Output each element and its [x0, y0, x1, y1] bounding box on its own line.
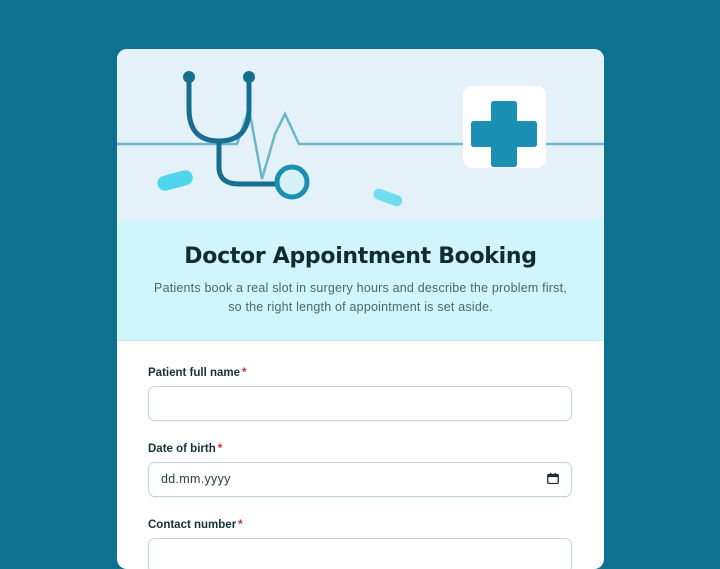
date-of-birth-input[interactable]: dd.mm.yyyy — [148, 462, 572, 497]
stethoscope-icon — [186, 74, 280, 187]
page-subtitle: Patients book a real slot in surgery hou… — [154, 281, 567, 314]
stethoscope-chestpiece — [274, 164, 310, 200]
pill-icon-small — [373, 188, 403, 207]
contact-number-input[interactable] — [148, 538, 572, 569]
required-marker: * — [238, 519, 243, 531]
medical-illustration — [117, 71, 604, 207]
required-marker: * — [242, 367, 247, 379]
required-marker: * — [217, 443, 223, 455]
booking-card: Doctor Appointment Booking Patients book… — [117, 49, 604, 569]
field-label-date-of-birth: Date of birth * — [148, 443, 223, 455]
intro-section: Doctor Appointment Booking Patients book… — [117, 220, 604, 341]
page-title: Doctor Appointment Booking — [184, 244, 537, 269]
stethoscope-earpiece-right — [243, 71, 255, 83]
date-of-birth-placeholder: dd.mm.yyyy — [161, 472, 231, 486]
field-label-patient-name: Patient full name * — [148, 367, 247, 379]
stethoscope-earpiece-left — [183, 71, 195, 83]
calendar-icon[interactable] — [547, 473, 559, 484]
pill-icon — [157, 170, 193, 191]
hero-illustration — [117, 49, 604, 220]
patient-name-input[interactable] — [148, 386, 572, 421]
field-label-contact-number: Contact number * — [148, 519, 243, 531]
